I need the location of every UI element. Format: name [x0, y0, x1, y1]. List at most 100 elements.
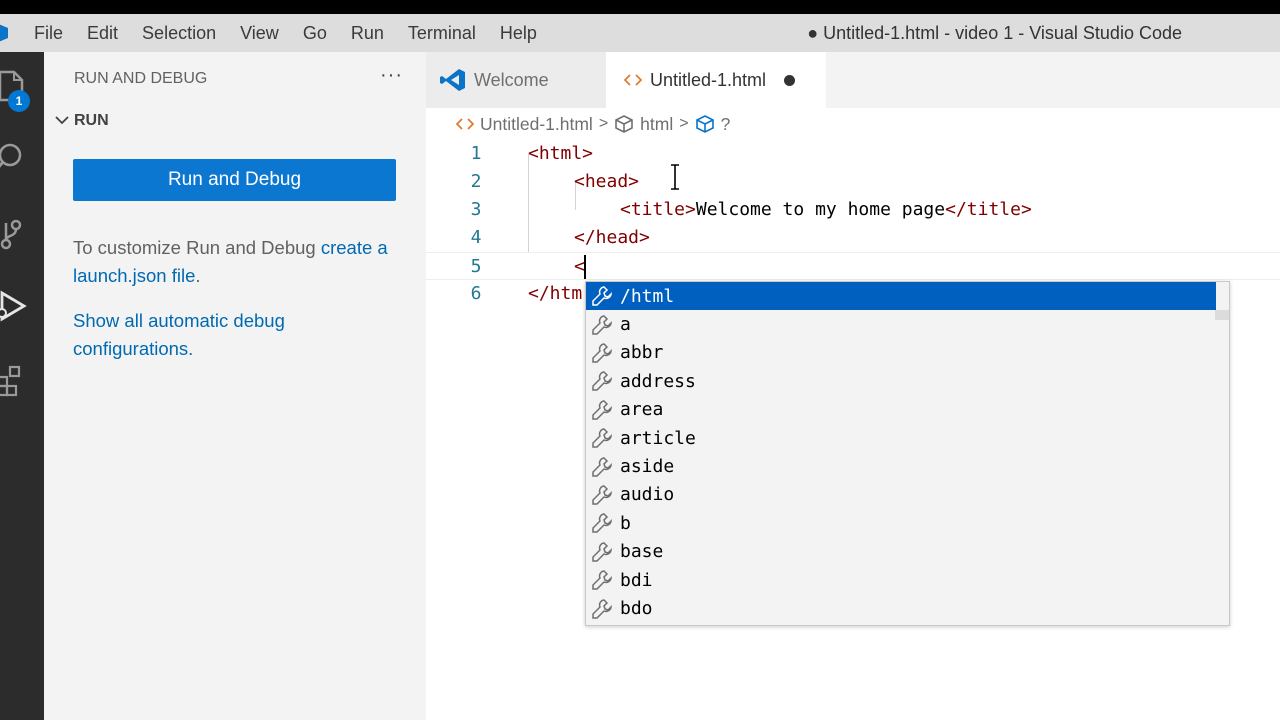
- suggestion-label: b: [620, 512, 631, 534]
- window-title: ● Untitled-1.html - video 1 - Visual Stu…: [807, 23, 1182, 43]
- vscode-window: File Edit Selection View Go Run Terminal…: [0, 14, 1280, 720]
- suggestion-item[interactable]: bdo: [586, 594, 1216, 622]
- symbol-element-icon: [695, 115, 714, 133]
- code-line-current: 5 <: [426, 252, 1280, 280]
- run-and-debug-button[interactable]: Run and Debug: [73, 159, 396, 201]
- suggestion-item[interactable]: abbr: [586, 339, 1216, 367]
- extensions-button[interactable]: [0, 358, 44, 402]
- wrench-icon: [592, 570, 612, 590]
- suggestion-label: article: [620, 427, 696, 449]
- symbol-element-icon: [615, 115, 633, 133]
- suggestion-item[interactable]: article: [586, 424, 1216, 452]
- wrench-icon: [592, 541, 612, 562]
- suggestion-label: base: [620, 541, 664, 563]
- line-number: 3: [470, 199, 482, 220]
- suggest-scrollbar[interactable]: [1215, 310, 1229, 320]
- breadcrumb-unknown[interactable]: ?: [721, 114, 731, 135]
- wrench-icon: [592, 513, 612, 534]
- suggestion-label: /html: [620, 285, 675, 307]
- code-line: 3 <title>Welcome to my home page</title>: [426, 196, 1280, 224]
- tab-welcome[interactable]: Welcome: [426, 52, 606, 108]
- menu-help[interactable]: Help: [488, 14, 549, 52]
- line-number: 2: [470, 171, 482, 192]
- explorer-button[interactable]: 1: [0, 64, 44, 112]
- suggestion-label: bdo: [620, 598, 653, 620]
- wrench-icon: [592, 343, 612, 363]
- menu-run[interactable]: Run: [339, 14, 396, 52]
- suggestion-item[interactable]: bdi: [586, 566, 1216, 594]
- menu-terminal[interactable]: Terminal: [396, 14, 488, 52]
- breadcrumb-html[interactable]: html: [640, 114, 673, 135]
- suggestion-item[interactable]: area: [586, 396, 1216, 424]
- suggestion-item[interactable]: audio: [586, 481, 1216, 509]
- hint-period: .: [195, 264, 201, 286]
- wrench-icon: [592, 399, 612, 420]
- activity-bar: 1: [0, 52, 44, 720]
- menu-go[interactable]: Go: [291, 14, 339, 52]
- wrench-icon: [592, 314, 612, 335]
- chevron-right-icon: >: [598, 115, 609, 132]
- suggestion-label: bdi: [620, 569, 653, 591]
- wrench-icon: [592, 485, 612, 505]
- suggestion-item[interactable]: a: [586, 310, 1216, 338]
- tab-label: Welcome: [474, 69, 549, 90]
- suggestion-label: area: [620, 399, 664, 421]
- suggestion-label: address: [620, 370, 696, 392]
- suggest-widget: /html a abbr address area article aside audio b b…: [585, 281, 1230, 626]
- html-file-icon: [624, 74, 642, 86]
- unsaved-dot-icon[interactable]: [784, 74, 796, 86]
- wrench-icon: [592, 371, 612, 392]
- chevron-down-icon: [55, 116, 69, 125]
- code-text: Welcome to my home page: [695, 199, 946, 220]
- suggestion-item[interactable]: aside: [586, 452, 1216, 480]
- code-token: </title>: [945, 199, 1032, 220]
- vscode-logo-icon: [440, 69, 465, 91]
- line-number: 1: [470, 143, 482, 164]
- chevron-right-icon: >: [679, 115, 689, 132]
- customize-hint: To customize Run and Debug create a laun…: [73, 234, 403, 289]
- run-debug-button[interactable]: [0, 284, 44, 328]
- suggestion-item[interactable]: address: [586, 367, 1216, 395]
- show-debug-configurations-link[interactable]: Show all automatic debug configurations.: [73, 307, 403, 362]
- run-debug-sidebar: RUN AND DEBUG ··· RUN Run and Debug To c…: [44, 52, 426, 720]
- vscode-logo-icon: [0, 24, 8, 42]
- menu-edit[interactable]: Edit: [75, 14, 130, 52]
- search-button[interactable]: [0, 136, 44, 180]
- sidebar-title: RUN AND DEBUG: [74, 70, 208, 87]
- run-section-header[interactable]: RUN: [52, 112, 109, 130]
- code-line: 2 <head>: [426, 168, 1280, 196]
- tab-bar: Welcome Untitled-1.html: [426, 52, 1280, 108]
- wrench-icon: [592, 428, 612, 448]
- code-line: 4 </head>: [426, 224, 1280, 252]
- suggestion-item[interactable]: /html: [586, 282, 1216, 311]
- search-icon: [0, 143, 22, 168]
- text-cursor: [584, 255, 586, 279]
- menu-file[interactable]: File: [22, 14, 75, 52]
- suggestion-label: abbr: [620, 342, 664, 364]
- tab-label: Untitled-1.html: [650, 69, 767, 90]
- mouse-ibeam-cursor-icon: [671, 164, 679, 190]
- more-actions-icon[interactable]: ···: [380, 64, 403, 87]
- code-token: </htm: [528, 283, 583, 304]
- source-control-button[interactable]: [0, 212, 44, 256]
- editor-area: Welcome Untitled-1.html Untitled-1.html …: [426, 52, 1280, 720]
- menu-bar: File Edit Selection View Go Run Terminal…: [22, 14, 549, 52]
- breadcrumb: Untitled-1.html > html > ?: [456, 112, 730, 136]
- tab-untitled-1-html[interactable]: Untitled-1.html: [606, 52, 826, 108]
- run-section-label: RUN: [74, 112, 109, 129]
- code-line: 1 <html>: [426, 140, 1280, 168]
- suggestion-item[interactable]: b: [586, 509, 1216, 537]
- suggestion-item[interactable]: base: [586, 538, 1216, 566]
- wrench-icon: [592, 598, 612, 619]
- breadcrumb-file[interactable]: Untitled-1.html: [480, 114, 593, 135]
- wrench-icon: [592, 456, 612, 477]
- code-token: <html>: [528, 143, 594, 164]
- run-debug-icon: [0, 290, 27, 322]
- code-token: <head>: [574, 171, 640, 192]
- code-token: </head>: [574, 227, 650, 248]
- menu-view[interactable]: View: [228, 14, 291, 52]
- html-file-icon: [456, 118, 474, 130]
- menu-selection[interactable]: Selection: [130, 14, 228, 52]
- suggestion-label: a: [620, 314, 631, 336]
- explorer-badge: 1: [8, 90, 30, 112]
